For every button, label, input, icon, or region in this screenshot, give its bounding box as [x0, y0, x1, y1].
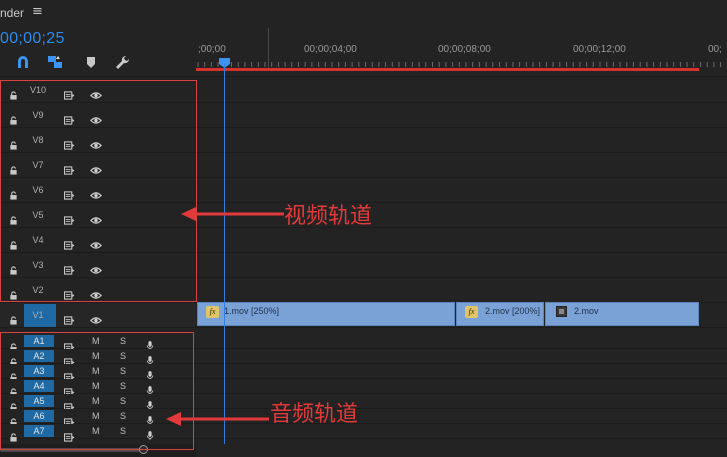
sequence-tab-name[interactable]: nder: [0, 6, 24, 20]
hamburger-icon[interactable]: ≡: [32, 4, 43, 19]
audio-track-lane[interactable]: [196, 364, 727, 379]
clip-label: 1.mov [250%]: [224, 306, 280, 316]
snap-magnet-icon[interactable]: [14, 54, 32, 70]
playhead-timecode[interactable]: 00;00;25: [0, 30, 65, 48]
eye-visibility-icon[interactable]: [90, 310, 102, 329]
video-track-lane[interactable]: [196, 78, 727, 103]
sequence-tab-bar: [0, 0, 727, 28]
ruler-divider: [268, 28, 269, 68]
track-name[interactable]: V1: [24, 310, 52, 320]
lock-icon[interactable]: [9, 310, 19, 325]
video-clip[interactable]: fx 1.mov [250%]: [197, 302, 455, 326]
clip-thumbnail-icon: [556, 306, 567, 317]
ruler-label: 00;00;04;00: [304, 44, 357, 55]
audio-tracks-annotation: 音频轨道: [270, 402, 359, 427]
add-marker-icon[interactable]: [82, 54, 100, 70]
playhead-line[interactable]: [224, 64, 225, 444]
video-track-lane[interactable]: [196, 253, 727, 278]
linked-selection-icon[interactable]: [46, 54, 64, 70]
wrench-settings-icon[interactable]: [114, 54, 132, 70]
ruler-label: ;00;00: [198, 44, 226, 55]
audio-track-lane[interactable]: [196, 334, 727, 349]
video-tracks-highlight-box: [0, 80, 197, 302]
video-track-lane[interactable]: [196, 178, 727, 203]
sync-lock-icon[interactable]: [64, 310, 75, 329]
audio-tracks-highlight-box: [0, 332, 194, 450]
header-separator: [0, 76, 727, 77]
video-track-lane[interactable]: [196, 128, 727, 153]
audio-track-lane[interactable]: [196, 349, 727, 364]
audio-arrow-icon: [166, 412, 269, 426]
audio-track-lane[interactable]: [196, 379, 727, 394]
work-area-bar[interactable]: [196, 68, 699, 71]
video-track-lane[interactable]: [196, 278, 727, 303]
video-clip[interactable]: fx 2.mov [200%]: [456, 302, 544, 326]
clip-label: 2.mov [200%]: [485, 306, 541, 316]
video-track-lane[interactable]: [196, 153, 727, 178]
ruler-ticks: [197, 62, 722, 67]
ruler-label: 00;00;12;00: [573, 44, 626, 55]
video-clip[interactable]: 2.mov: [545, 302, 699, 326]
video-arrow-icon: [181, 207, 284, 221]
video-track-lane[interactable]: [196, 103, 727, 128]
fx-badge-icon: fx: [206, 306, 219, 318]
clip-label: 2.mov: [574, 306, 599, 316]
video-tracks-annotation: 视频轨道: [284, 204, 373, 229]
ruler-label: 00;: [708, 44, 722, 55]
ruler-label: 00;00;08;00: [438, 44, 491, 55]
fx-badge-icon: fx: [465, 306, 478, 318]
video-track-lane[interactable]: [196, 228, 727, 253]
